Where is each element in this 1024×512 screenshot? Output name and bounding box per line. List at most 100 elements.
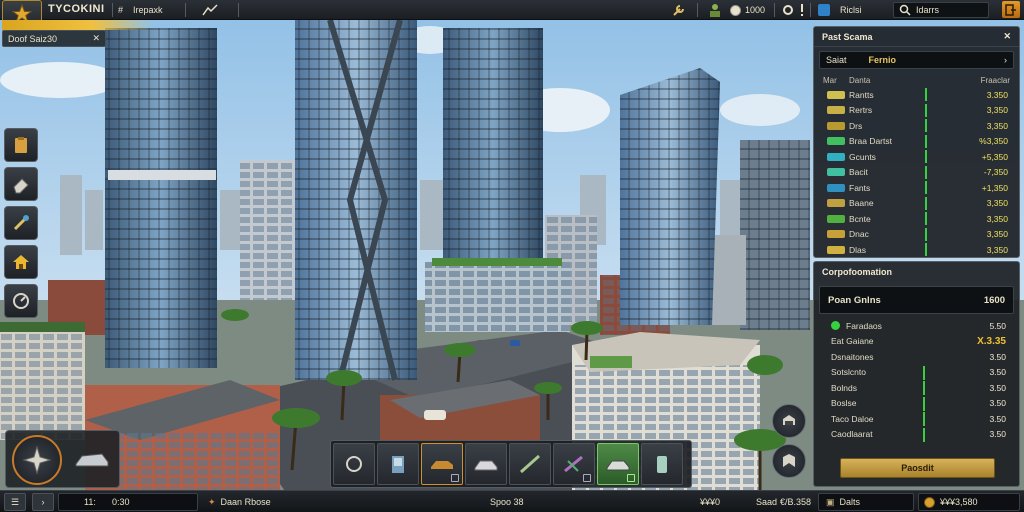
corp-row-value: 3.50 (989, 413, 1006, 424)
chart-icon[interactable] (202, 2, 218, 18)
toolbar-slot-pipe[interactable] (509, 443, 551, 485)
corp-action-button[interactable]: Paosdit (840, 458, 995, 478)
corp-panel-header: Corpofoomation (814, 262, 1019, 282)
market-row[interactable]: Rantts 3.350 (819, 87, 1014, 103)
corp-row-value: 3.50 (989, 382, 1006, 393)
market-row-value: 3,350 (986, 213, 1008, 224)
vehicle-slot[interactable] (70, 445, 114, 475)
corp-row-name: Taco Daloe (831, 413, 874, 424)
resource-icon (827, 90, 845, 99)
sub-info-bar: Doof Saiz30 ✕ (2, 30, 106, 47)
market-row-value: +1,350 (981, 182, 1008, 193)
deals-info[interactable]: ▣ Dalts (826, 491, 860, 512)
market-row-value: 3,350 (986, 229, 1008, 240)
toolbar-slot-car[interactable] (465, 443, 507, 485)
col-mid: Danta (849, 75, 871, 85)
market-row-name: Fants (849, 182, 871, 193)
clipboard-button[interactable] (4, 128, 38, 162)
market-row[interactable]: Gcunts +5,350 (819, 149, 1014, 165)
corp-row[interactable]: Bolnds 3.50 (819, 380, 1014, 396)
market-row[interactable]: Bacit -7,350 (819, 165, 1014, 181)
corp-row-name: Eat Gaiane (831, 336, 874, 347)
toolbar-slot-phone[interactable] (641, 443, 683, 485)
wrench-icon[interactable] (672, 2, 686, 18)
corp-list: Faradaos 5.50 Eat Gaiane X.3.35 Dsnaitones 3.… (814, 318, 1019, 442)
search-text: Idarrs (916, 5, 940, 15)
search-box[interactable]: Idarrs (893, 2, 989, 18)
toolbar-slot-car-selected[interactable] (597, 443, 639, 485)
compass-star-icon (22, 445, 52, 475)
stats-button[interactable] (4, 284, 38, 318)
resource-icon (827, 230, 845, 239)
time-value: 0:30 (112, 497, 130, 507)
worker-icon[interactable] (706, 2, 724, 18)
tools-icon (13, 215, 29, 231)
market-row[interactable]: Rertrs 3,350 (819, 103, 1014, 119)
trend-bar (925, 165, 927, 179)
exit-icon (1005, 3, 1016, 16)
settings-icon[interactable] (781, 2, 795, 18)
trend-bar (925, 150, 927, 163)
truck-icon (431, 461, 453, 469)
market-row-name: Bcnte (849, 213, 871, 224)
market-row[interactable]: Drs 3,350 (819, 118, 1014, 134)
market-row[interactable]: Baane 3,350 (819, 196, 1014, 212)
map-button[interactable] (818, 2, 830, 18)
divider (185, 3, 186, 17)
player-info[interactable]: ✦ Daan Rbose (208, 491, 271, 512)
compass-button[interactable] (12, 435, 62, 485)
trend-bar (925, 134, 927, 148)
corp-row[interactable]: Faradaos 5.50 (819, 318, 1014, 334)
tools-button[interactable] (4, 206, 38, 240)
player-icon: ✦ (208, 496, 216, 507)
corp-row-name: Caodlaarat (831, 429, 873, 440)
sub-info-label: Doof Saiz30 (8, 33, 58, 44)
market-row[interactable]: Bcnte 3,350 (819, 211, 1014, 227)
toolbar-slot-crane[interactable] (553, 443, 595, 485)
resource-icon (827, 168, 845, 177)
corp-row[interactable]: Eat Gaiane X.3.35 (819, 334, 1014, 350)
toolbar-slot-truck[interactable] (421, 443, 463, 485)
exit-button[interactable] (1002, 1, 1020, 18)
corp-row[interactable]: Taco Daloe 3.50 (819, 411, 1014, 427)
menu-button[interactable]: ☰ (4, 493, 26, 511)
bulldoze-button[interactable] (772, 404, 806, 438)
resource-icon (827, 183, 845, 192)
market-row-name: Bacit (849, 167, 868, 178)
resource-icon (827, 152, 845, 161)
col-right: Fraaclar (980, 75, 1010, 85)
close-icon[interactable]: ✕ (92, 33, 100, 44)
close-icon[interactable]: ✕ (1003, 31, 1011, 42)
divider (774, 3, 775, 17)
menu-label[interactable]: Irepaxk (133, 2, 163, 18)
market-row[interactable]: Fants +1,350 (819, 180, 1014, 196)
next-button[interactable]: › (32, 493, 54, 511)
market-panel-header: Past Scama ✕ (814, 27, 1019, 47)
eraser-button[interactable] (4, 167, 38, 201)
market-filter-label: Saiat (826, 55, 847, 65)
corp-row[interactable]: Caodlaarat 3.50 (819, 427, 1014, 443)
corp-row-value: 3.50 (989, 398, 1006, 409)
pipe-icon (520, 454, 540, 474)
market-row[interactable]: Dlas 3,350 (819, 242, 1014, 258)
toolbar-slot-building[interactable] (377, 443, 419, 485)
corp-row[interactable]: Sotslcnto 3.50 (819, 365, 1014, 381)
corp-row[interactable]: Boslse 3.50 (819, 396, 1014, 412)
market-row-name: Gcunts (849, 151, 876, 162)
corp-row-name: Sotslcnto (831, 367, 866, 378)
toolbar-slot-road[interactable] (333, 443, 375, 485)
house-button[interactable] (4, 245, 38, 279)
market-row-value: 3,350 (986, 244, 1008, 255)
time-number: 11: (84, 497, 96, 507)
corp-row-name: Boslse (831, 398, 857, 409)
market-panel: Past Scama ✕ Saiat Fernio › Mar Danta Fr… (813, 26, 1020, 258)
house-icon (13, 255, 29, 269)
corp-row[interactable]: Dsnaitones 3.50 (819, 349, 1014, 365)
resource-icon (827, 214, 845, 223)
market-row[interactable]: Dnac 3,350 (819, 227, 1014, 243)
market-filter[interactable]: Saiat Fernio › (819, 51, 1014, 69)
road-ring-icon (346, 456, 362, 472)
market-row[interactable]: Braa Dartst %3,350 (819, 134, 1014, 150)
alert-icon[interactable] (796, 2, 808, 18)
zone-button[interactable] (772, 444, 806, 478)
